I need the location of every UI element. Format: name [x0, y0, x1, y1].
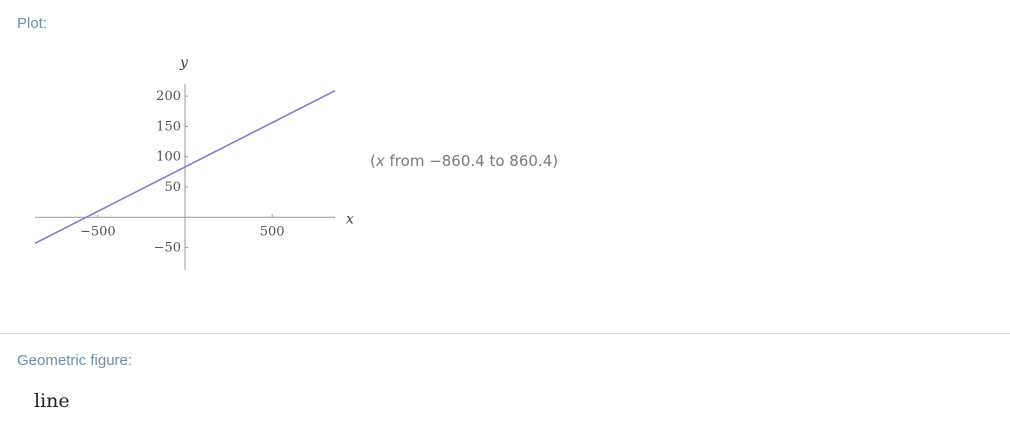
x-axis-label: x [346, 211, 354, 227]
x-tick-label: 500 [260, 224, 285, 239]
plot-range-note: (x from −860.4 to 860.4) [370, 152, 559, 170]
x-tick-label: −500 [80, 224, 116, 239]
y-tick-label: −50 [154, 241, 181, 256]
y-tick-label: 50 [164, 180, 181, 195]
y-tick-label: 200 [156, 89, 181, 104]
geometric-figure-value: line [34, 390, 70, 412]
y-axis-label: y [179, 55, 189, 71]
plot-area: −500 500 −50 50 100 150 200 x y [0, 0, 370, 300]
line-plot: −500 500 −50 50 100 150 200 x y [34, 55, 354, 270]
y-tick-label: 100 [156, 150, 181, 165]
y-tick-label: 150 [156, 119, 181, 134]
pod-divider [0, 333, 1010, 334]
geometric-figure-pod-title: Geometric figure: [17, 352, 133, 369]
